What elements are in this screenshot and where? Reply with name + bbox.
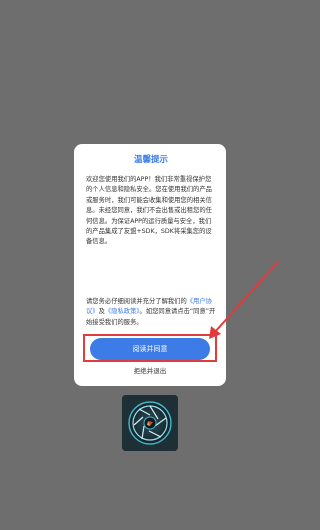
privacy-dialog: 温馨提示 欢迎您使用我们的APP！我们非常重视保护您的个人信息和隐私安全。您在使… — [74, 144, 226, 386]
privacy-policy-link[interactable]: 《隐私政策》 — [105, 308, 140, 315]
dialog-notice-text: 请您务必仔细阅读并充分了解我们的《用户协议》及《隐私政策》。如您同意请点击“同意… — [86, 297, 216, 339]
dialog-title: 温馨提示 — [133, 155, 168, 165]
refuse-button[interactable]: 拒绝并退出 — [74, 366, 226, 376]
agree-button[interactable]: 阅读并同意 — [90, 338, 210, 360]
screen: 温馨提示 欢迎您使用我们的APP！我们非常重视保护您的个人信息和隐私安全。您在使… — [0, 0, 300, 530]
dialog-intro-text: 欢迎您使用我们的APP！我们非常重视保护您的个人信息和隐私安全。您在使用我们的产… — [86, 176, 212, 246]
notice-prefix: 请您务必仔细阅读并充分了解我们的 — [86, 298, 187, 305]
camera-aperture-icon — [122, 395, 178, 451]
app-logo-icon — [122, 395, 178, 451]
